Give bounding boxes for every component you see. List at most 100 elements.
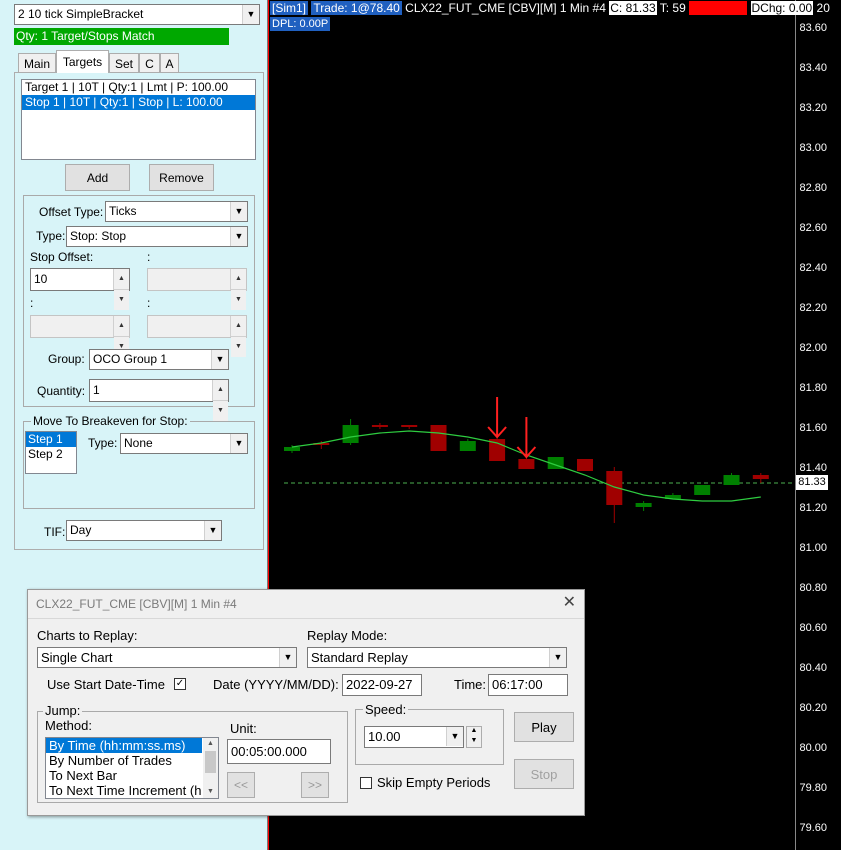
chevron-down-icon[interactable]: ▼ [279, 648, 296, 667]
stop-type-value: Stop: Stop [70, 229, 127, 243]
candle [606, 467, 623, 523]
charts-value: Single Chart [41, 650, 113, 665]
title-divider [28, 618, 584, 619]
breakeven-label: Move To Breakeven for Stop: [31, 414, 190, 428]
stepper-arrows[interactable]: ▲ ▼ [113, 269, 129, 310]
add-button[interactable]: Add [65, 164, 130, 191]
candle [723, 473, 740, 485]
candle-body [459, 441, 476, 451]
time-field[interactable]: 06:17:00 [488, 674, 568, 696]
chevron-down-icon[interactable]: ▼ [549, 648, 566, 667]
chevron-down-icon[interactable]: ▼ [467, 737, 481, 747]
stop-offset-stepper[interactable]: 10 ▲ ▼ [30, 268, 130, 310]
stepper-arrows[interactable]: ▲ ▼ [212, 380, 228, 421]
price-tick-label: 83.60 [799, 22, 827, 34]
annotation-arrow [516, 417, 537, 459]
mode-value: Standard Replay [311, 650, 408, 665]
offset-type-dropdown[interactable]: Ticks ▼ [105, 201, 248, 222]
chevron-down-icon[interactable]: ▼ [230, 227, 247, 246]
price-tick-label: 79.80 [799, 782, 827, 794]
steps-list[interactable]: Step 1 Step 2 [25, 431, 77, 474]
replay-mode-label: Replay Mode: [307, 628, 388, 643]
chevron-up-icon: ▲ [231, 316, 246, 336]
chevron-down-icon[interactable]: ▼ [446, 727, 463, 746]
speed-label: Speed: [363, 702, 409, 717]
jump-label: Jump: [43, 703, 83, 718]
group-dropdown[interactable]: OCO Group 1 ▼ [89, 349, 229, 370]
tab-c[interactable]: C [139, 53, 160, 73]
scroll-thumb[interactable] [205, 751, 216, 773]
close-icon[interactable]: ✕ [563, 592, 576, 612]
list-item[interactable]: Step 2 [26, 447, 76, 462]
charts-to-replay-dropdown[interactable]: Single Chart ▼ [37, 647, 297, 668]
next-button[interactable]: >> [301, 772, 329, 798]
quantity-label: Quantity: [37, 384, 86, 398]
group-value: OCO Group 1 [93, 352, 168, 366]
stop-button[interactable]: Stop [514, 759, 574, 789]
tab-set[interactable]: Set [109, 53, 139, 73]
list-item-selected[interactable]: By Time (hh:mm:ss.ms) [46, 738, 202, 753]
candle [430, 425, 447, 451]
skip-empty-checkbox[interactable] [360, 777, 372, 789]
disabled-stepper: ▲ ▼ [147, 315, 247, 357]
colon-label: : [147, 296, 151, 310]
list-item[interactable]: By Number of Trades [46, 753, 218, 768]
chevron-down-icon[interactable]: ▼ [211, 350, 228, 369]
candle-body [430, 425, 447, 451]
colon-label: : [147, 250, 151, 264]
prev-button[interactable]: << [227, 772, 255, 798]
chevron-down-icon[interactable]: ▼ [203, 786, 218, 798]
tab-a[interactable]: A [160, 53, 179, 73]
chevron-down-icon[interactable]: ▼ [230, 202, 247, 221]
chevron-down-icon[interactable]: ▼ [230, 434, 247, 453]
list-item-selected[interactable]: Stop 1 | 10T | Qty:1 | Stop | L: 100.00 [22, 95, 255, 110]
price-tick-label: 82.20 [799, 302, 827, 314]
disabled-stepper: ▲ ▼ [30, 315, 130, 357]
price-tick-label: 80.40 [799, 662, 827, 674]
list-item-selected[interactable]: Step 1 [26, 432, 76, 447]
candle [752, 473, 769, 483]
chevron-up-icon[interactable]: ▲ [203, 738, 218, 750]
candle [371, 423, 388, 429]
type-label: Type: [36, 229, 66, 243]
speed-spinner[interactable]: ▲ ▼ [466, 726, 482, 748]
price-tick-label: 81.40 [799, 462, 827, 474]
candle [342, 419, 359, 445]
replay-dialog: CLX22_FUT_CME [CBV][M] 1 Min #4 ✕ Charts… [27, 589, 585, 816]
method-list[interactable]: By Time (hh:mm:ss.ms) By Number of Trade… [45, 737, 219, 799]
list-item[interactable]: To Next Bar [46, 768, 218, 783]
tab-main[interactable]: Main [18, 53, 56, 73]
use-start-checkbox[interactable]: ✓ [174, 678, 186, 690]
remove-button[interactable]: Remove [149, 164, 214, 191]
tab-targets[interactable]: Targets [56, 50, 109, 73]
list-item[interactable]: To Next Time Increment (h [46, 783, 218, 798]
be-type-dropdown[interactable]: None ▼ [120, 433, 248, 454]
unit-field[interactable]: 00:05:00.000 [227, 739, 331, 764]
chevron-down-icon[interactable]: ▼ [114, 289, 129, 310]
stop-type-dropdown[interactable]: Stop: Stop ▼ [66, 226, 248, 247]
targets-list[interactable]: Target 1 | 10T | Qty:1 | Lmt | P: 100.00… [21, 79, 256, 160]
price-tick-label: 79.60 [799, 822, 827, 834]
play-button[interactable]: Play [514, 712, 574, 742]
price-tick-label: 80.60 [799, 622, 827, 634]
tif-dropdown[interactable]: Day ▼ [66, 520, 222, 541]
chevron-down-icon: ▼ [231, 336, 246, 357]
candle-body [752, 475, 769, 479]
strategy-dropdown[interactable]: 2 10 tick SimpleBracket ▼ [14, 4, 260, 25]
chevron-down-icon[interactable]: ▼ [213, 400, 228, 421]
replay-mode-dropdown[interactable]: Standard Replay ▼ [307, 647, 567, 668]
list-item[interactable]: Target 1 | 10T | Qty:1 | Lmt | P: 100.00 [22, 80, 255, 95]
date-field[interactable]: 2022-09-27 [342, 674, 422, 696]
chevron-down-icon[interactable]: ▼ [242, 5, 259, 24]
speed-value: 10.00 [368, 729, 401, 744]
list-scrollbar[interactable]: ▲ ▼ [203, 738, 218, 798]
candle [489, 437, 506, 461]
chevron-up-icon[interactable]: ▲ [114, 269, 129, 289]
chevron-up-icon[interactable]: ▲ [213, 380, 228, 400]
chevron-down-icon[interactable]: ▼ [204, 521, 221, 540]
chevron-up-icon[interactable]: ▲ [467, 727, 481, 737]
quantity-stepper[interactable]: 1 ▲ ▼ [89, 379, 229, 421]
skip-empty-label: Skip Empty Periods [377, 775, 491, 790]
candle-body [635, 503, 652, 507]
speed-dropdown[interactable]: 10.00 ▼ [364, 726, 464, 748]
